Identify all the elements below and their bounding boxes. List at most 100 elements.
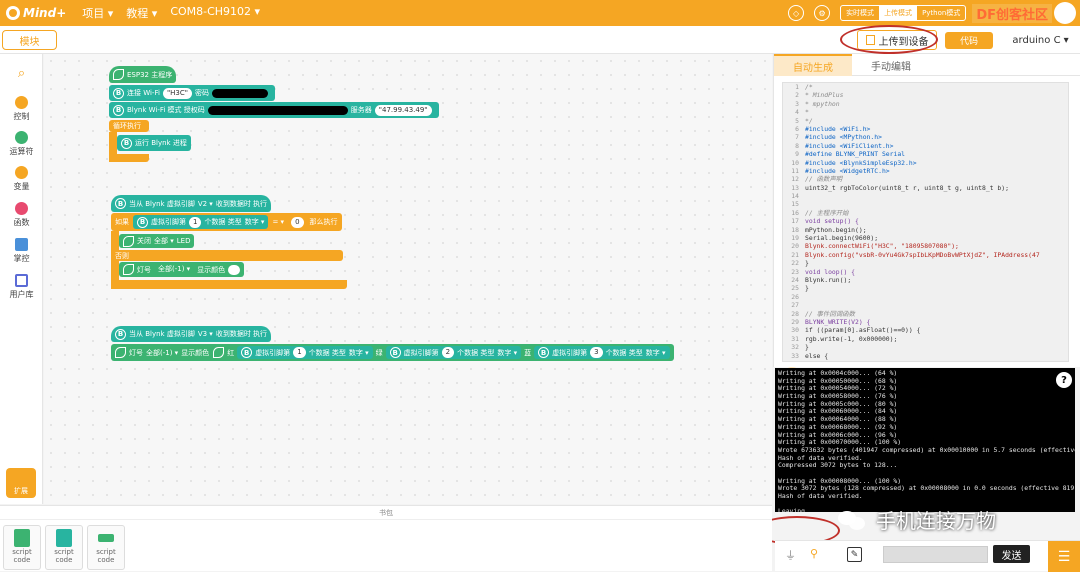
block-text: 密码 <box>194 89 209 97</box>
line-number: 28 <box>791 309 799 318</box>
settings-icon[interactable]: ⚙ <box>814 5 831 21</box>
block-workspace[interactable]: ESP32 主程序 B 连接 Wi-Fi "H3C" 密码 B Blynk Wi… <box>44 54 801 504</box>
extension-button[interactable]: 扩展 <box>6 468 36 498</box>
category-label: 函数 <box>13 218 30 227</box>
code-toggle-button[interactable]: 代码 <box>945 32 993 49</box>
help-icon[interactable]: ? <box>1056 372 1072 388</box>
port-scan-icon[interactable]: ⚲ <box>810 547 818 560</box>
code-editor[interactable]: 1/* 2 * MindPlus 3 * mpython 4 * 5 */6 #inclu… <box>782 82 1069 362</box>
block-rgb-show[interactable]: 灯号 全部(-1) ▾ 显示颜色 <box>119 262 245 277</box>
type-dropdown[interactable]: 数字 ▾ <box>245 217 265 227</box>
mode-upload[interactable]: 上传模式 <box>879 6 918 20</box>
mode-realtime[interactable]: 实时模式 <box>841 6 879 20</box>
block-read-vpin[interactable]: B 虚拟引脚第 1 个数据 类型 数字 ▾ <box>133 215 269 229</box>
index-field[interactable]: 3 <box>590 347 603 358</box>
compare-value-field[interactable]: 0 <box>291 216 304 228</box>
block-rgb-mix[interactable]: 灯号 全部(-1) ▾ 显示颜色 红 B 虚拟引脚第 1 个数据 类型 数字 ▾… <box>111 344 674 361</box>
backpack-script[interactable]: script code <box>87 525 125 570</box>
code-line: 8 #include <WiFiClient.h> <box>783 142 1068 150</box>
server-field[interactable]: "47.99.43.49" <box>374 104 432 116</box>
code-text: } <box>805 343 809 352</box>
line-number: 19 <box>791 234 799 243</box>
blynk-icon: B <box>113 104 124 116</box>
send-button[interactable]: 发送 <box>993 545 1030 563</box>
main-menu: 项目 ▾ 教程 ▾ COM8-CH9102 ▾ <box>82 5 260 21</box>
menu-port[interactable]: COM8-CH9102 ▾ <box>170 5 260 21</box>
code-text: Serial.begin(9600); <box>805 234 879 243</box>
block-text: 虚拟引脚第 <box>151 218 186 226</box>
block-text: 个数据 类型 <box>308 348 346 357</box>
block-connect-wifi[interactable]: B 连接 Wi-Fi "H3C" 密码 <box>109 85 275 101</box>
code-line: 7 #include <MPython.h> <box>783 133 1068 141</box>
block-led-off[interactable]: 关闭 全部 ▾ LED <box>119 234 195 248</box>
block-read-vpin-red[interactable]: B 虚拟引脚第 1 个数据 类型 数字 ▾ <box>237 346 373 359</box>
category-dot-icon <box>15 166 28 179</box>
tab-auto-generate[interactable]: 自动生成 <box>774 54 852 76</box>
mode-python[interactable]: Python模式 <box>917 6 965 20</box>
code-text: mPython.begin(); <box>805 225 867 234</box>
tab-manual-edit[interactable]: 手动编辑 <box>852 54 930 76</box>
code-text: rgb.write(-1, 0x000000); <box>805 334 898 343</box>
clear-console-icon[interactable]: ✎ <box>847 547 862 562</box>
category-sidebar: ⌕ 控制 运算符 变量 函数 掌控 用户库 扩展 <box>0 54 43 504</box>
backpack-script[interactable]: script code <box>45 525 83 570</box>
block-v2-handler[interactable]: B 当从 Blynk 虚拟引脚 V2 ▾ 收到数据时 执行 <box>111 195 272 212</box>
operator-dropdown[interactable]: = ▾ <box>272 218 284 226</box>
wifi-ssid-field[interactable]: "H3C" <box>162 87 192 99</box>
block-loop-label[interactable]: 循环执行 <box>109 120 149 132</box>
block-text: 显示颜色 <box>181 348 210 357</box>
category-variables[interactable]: 变量 <box>0 166 43 192</box>
backpack-label: 书包 <box>0 508 772 520</box>
search-icon[interactable]: ⌕ <box>0 66 43 81</box>
block-read-vpin-green[interactable]: B 虚拟引脚第 2 个数据 类型 数字 ▾ <box>385 346 522 359</box>
save-icon[interactable]: ◇ <box>788 5 805 21</box>
code-text: #include <MPython.h> <box>805 133 882 142</box>
usb-plug-icon[interactable]: ⏚ <box>785 547 796 563</box>
serial-send-input[interactable] <box>883 546 988 563</box>
category-control[interactable]: 控制 <box>0 96 43 122</box>
type-dropdown[interactable]: 数字 ▾ <box>349 348 369 358</box>
type-dropdown[interactable]: 数字 ▾ <box>497 348 517 358</box>
pin-dropdown[interactable]: V2 ▾ <box>198 200 213 208</box>
block-text: 收到数据时 执行 <box>215 199 268 208</box>
type-dropdown[interactable]: 数字 ▾ <box>646 348 666 358</box>
board-select[interactable]: arduino C ▾ <box>1003 32 1078 49</box>
tab-blocks[interactable]: 模块 <box>2 30 57 50</box>
code-line: 2 * MindPlus <box>783 91 1068 99</box>
line-number: 5 <box>795 116 799 125</box>
index-field[interactable]: 1 <box>189 216 202 228</box>
category-user-library[interactable]: 用户库 <box>0 274 43 300</box>
color-swatch[interactable] <box>228 264 241 275</box>
block-text: 个数据 类型 <box>605 348 643 357</box>
wifi-password-masked[interactable] <box>211 88 268 98</box>
logo-icon <box>6 6 20 20</box>
index-field[interactable]: 2 <box>441 347 455 358</box>
led-dropdown[interactable]: 全部 ▾ <box>154 236 174 246</box>
menu-tutorial[interactable]: 教程 ▾ <box>126 5 157 21</box>
block-if[interactable]: 如果 B 虚拟引脚第 1 个数据 类型 数字 ▾ = ▾ 0 那么执行 <box>111 213 342 231</box>
menu-project[interactable]: 项目 ▾ <box>82 5 113 21</box>
category-operators[interactable]: 运算符 <box>0 131 43 157</box>
auth-token-masked[interactable] <box>207 105 348 115</box>
backpack-script[interactable]: script code <box>3 525 41 570</box>
mode-switch: 实时模式 上传模式 Python模式 <box>840 5 967 21</box>
line-number: 3 <box>795 99 799 108</box>
line-number: 16 <box>791 208 799 217</box>
index-field[interactable]: 1 <box>293 347 306 358</box>
code-line: 18 mPython.begin(); <box>783 226 1068 234</box>
led-index-dropdown[interactable]: 全部(-1) ▾ <box>146 348 178 358</box>
line-number: 12 <box>791 175 799 184</box>
pin-dropdown[interactable]: V3 ▾ <box>198 330 213 338</box>
category-handpy[interactable]: 掌控 <box>0 238 43 264</box>
serial-console[interactable]: Writing at 0x0004c000... (64 %) Writing a… <box>775 368 1075 512</box>
block-blynk-config[interactable]: B Blynk Wi-Fi 模式 授权码 服务器 "47.99.43.49" <box>109 102 439 118</box>
led-index-dropdown[interactable]: 全部(-1) ▾ <box>154 264 194 275</box>
block-main-program[interactable]: ESP32 主程序 <box>109 66 177 83</box>
block-run-blynk[interactable]: B 运行 Blynk 进程 <box>117 135 191 151</box>
block-v3-handler[interactable]: B 当从 Blynk 虚拟引脚 V3 ▾ 收到数据时 执行 <box>111 326 272 342</box>
esp32-leaf-icon <box>213 347 225 358</box>
category-functions[interactable]: 函数 <box>0 202 43 228</box>
block-read-vpin-blue[interactable]: B 虚拟引脚第 3 个数据 类型 数字 ▾ <box>534 346 670 359</box>
hamburger-menu-icon[interactable]: ☰ <box>1048 541 1080 572</box>
block-else[interactable]: 否则 <box>111 250 343 261</box>
